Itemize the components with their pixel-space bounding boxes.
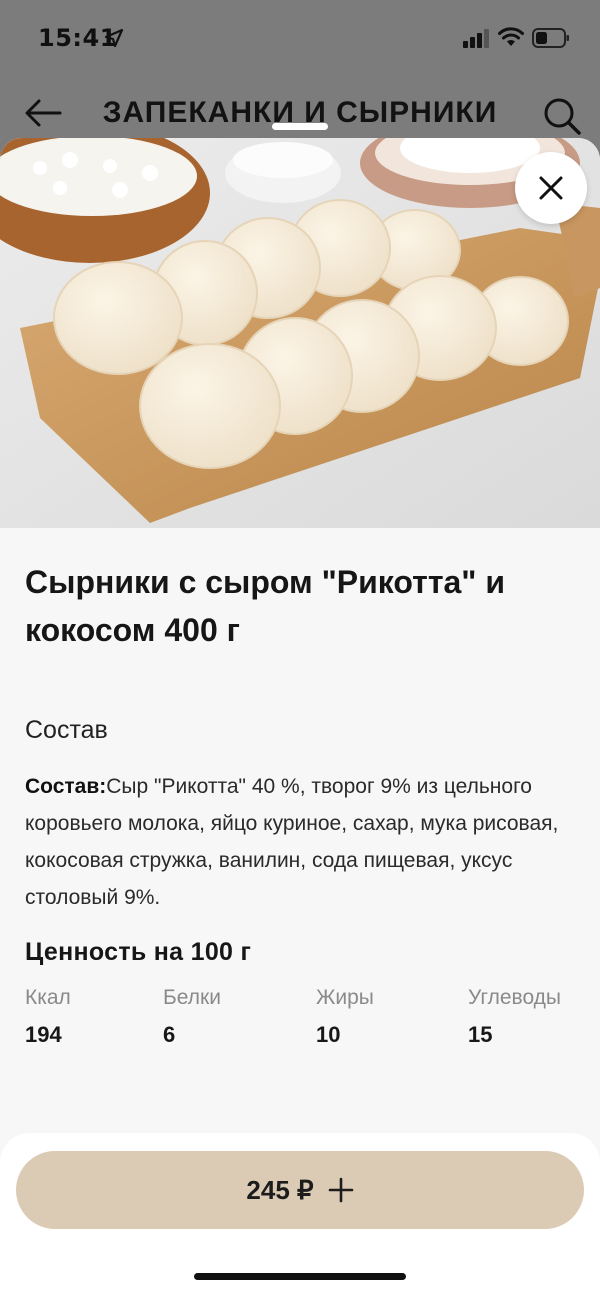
nutrition-value: 10 <box>316 1022 341 1047</box>
product-photo <box>0 138 600 528</box>
background-screen: 15:41 ЗАПЕКАНКИ И СЫРНИКИ <box>0 0 600 160</box>
arrow-left-icon[interactable] <box>24 98 62 128</box>
nutrition-label: Углеводы <box>468 986 562 1009</box>
bottom-bar: 245 ₽ <box>0 1133 600 1297</box>
nutrition-table: Ккал 194 Белки 6 Жиры 10 Углеводы 15 <box>25 986 585 1056</box>
composition-text: Состав:Сыр "Рикотта" 40 %, творог 9% из … <box>25 768 580 916</box>
composition-label: Состав: <box>25 775 107 798</box>
nutrition-kcal: Ккал 194 <box>25 986 71 1048</box>
composition-heading: Состав <box>25 716 108 744</box>
close-button[interactable] <box>515 152 587 224</box>
cellular-signal-icon <box>463 29 489 48</box>
battery-icon <box>532 28 569 48</box>
nutrition-value: 6 <box>163 1022 176 1047</box>
product-sheet: Сырники с сыром "Рикотта" и кокосом 400 … <box>0 138 600 1297</box>
nutrition-fat: Жиры 10 <box>316 986 374 1048</box>
close-icon <box>539 176 563 200</box>
price-label: 245 ₽ <box>246 1174 314 1205</box>
nutrition-heading: Ценность на 100 г <box>25 938 252 966</box>
home-indicator <box>194 1273 406 1280</box>
sheet-drag-handle[interactable] <box>272 123 328 130</box>
nutrition-label: Ккал <box>25 986 71 1009</box>
nutrition-value: 15 <box>468 1022 493 1047</box>
add-to-cart-button[interactable]: 245 ₽ <box>16 1151 584 1229</box>
nutrition-carbs: Углеводы 15 <box>468 986 561 1048</box>
nutrition-label: Белки <box>163 986 221 1009</box>
product-title: Сырники с сыром "Рикотта" и кокосом 400 … <box>25 564 506 648</box>
nutrition-label: Жиры <box>316 986 374 1009</box>
nutrition-value: 194 <box>25 1022 62 1047</box>
wifi-icon <box>498 27 524 46</box>
nutrition-protein: Белки 6 <box>163 986 221 1048</box>
plus-icon <box>328 1177 353 1203</box>
status-bar: 15:41 <box>0 0 600 76</box>
search-icon[interactable] <box>542 96 582 136</box>
location-arrow-icon <box>104 28 124 48</box>
